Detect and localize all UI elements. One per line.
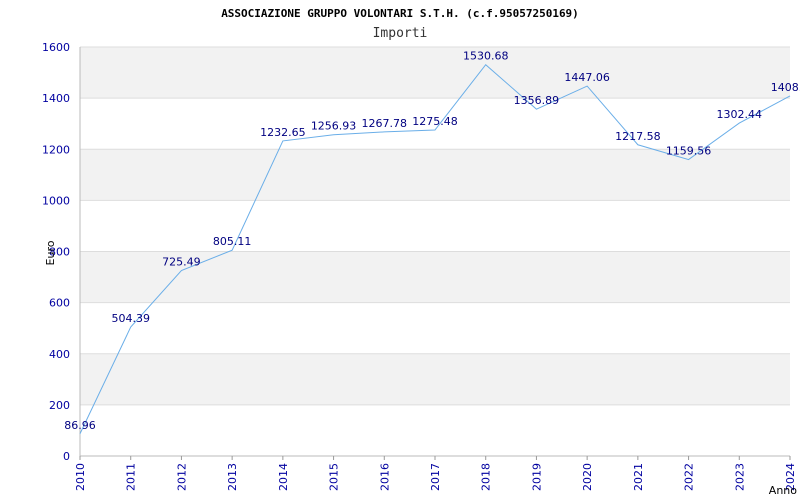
data-label: 1267.78 (362, 117, 408, 130)
y-tick-label: 1000 (42, 194, 70, 207)
x-tick-label: 2018 (480, 463, 493, 491)
y-tick-label: 400 (49, 348, 70, 361)
x-tick-label: 2013 (226, 463, 239, 491)
data-label: 86.96 (64, 419, 96, 432)
chart-subtitle: Importi (373, 26, 428, 41)
x-tick-label: 2023 (733, 463, 746, 491)
data-label: 1159.56 (666, 145, 712, 158)
plot-band (80, 200, 790, 252)
x-tick-label: 2016 (378, 463, 391, 491)
plot-band (80, 353, 790, 405)
x-tick-label: 2012 (175, 463, 188, 491)
plot-band (80, 404, 790, 456)
y-tick-label: 1200 (42, 143, 70, 156)
data-label: 1530.68 (463, 50, 509, 63)
data-label: 805.11 (213, 235, 252, 248)
data-label: 1408.6 (771, 81, 800, 94)
data-label: 1256.93 (311, 120, 357, 133)
data-label: 1275.48 (412, 115, 458, 128)
x-tick-label: 2011 (125, 463, 138, 491)
plot-band (80, 302, 790, 354)
x-tick-label: 2015 (328, 463, 341, 491)
plot-band (80, 47, 790, 99)
data-label: 725.49 (162, 256, 201, 269)
y-tick-label: 1600 (42, 41, 70, 54)
chart: ASSOCIAZIONE GRUPPO VOLONTARI S.T.H. (c.… (42, 7, 800, 497)
x-tick-label: 2014 (277, 463, 290, 491)
data-label: 1302.44 (717, 108, 763, 121)
x-tick-label: 2021 (632, 463, 645, 491)
y-tick-label: 200 (49, 399, 70, 412)
y-axis-label: Euro (44, 240, 57, 265)
x-tick-label: 2022 (683, 463, 696, 491)
x-tick-label: 2020 (581, 463, 594, 491)
data-label: 1217.58 (615, 130, 661, 143)
data-label: 1356.89 (514, 94, 560, 107)
x-tick-label: 2017 (429, 463, 442, 491)
x-axis-label: Anno (769, 484, 797, 497)
data-label: 1232.65 (260, 126, 306, 139)
y-tick-label: 0 (63, 450, 70, 463)
chart-title: ASSOCIAZIONE GRUPPO VOLONTARI S.T.H. (c.… (221, 7, 579, 20)
data-label: 504.39 (111, 312, 150, 325)
data-label: 1447.06 (564, 71, 610, 84)
x-tick-label: 2019 (530, 463, 543, 491)
x-axis-ticks: 2010 2011 2012 2013 2014 2015 2016 2017 2018 2019… (74, 456, 797, 491)
y-tick-label: 600 (49, 297, 70, 310)
x-tick-label: 2010 (74, 463, 87, 491)
y-tick-label: 1400 (42, 92, 70, 105)
